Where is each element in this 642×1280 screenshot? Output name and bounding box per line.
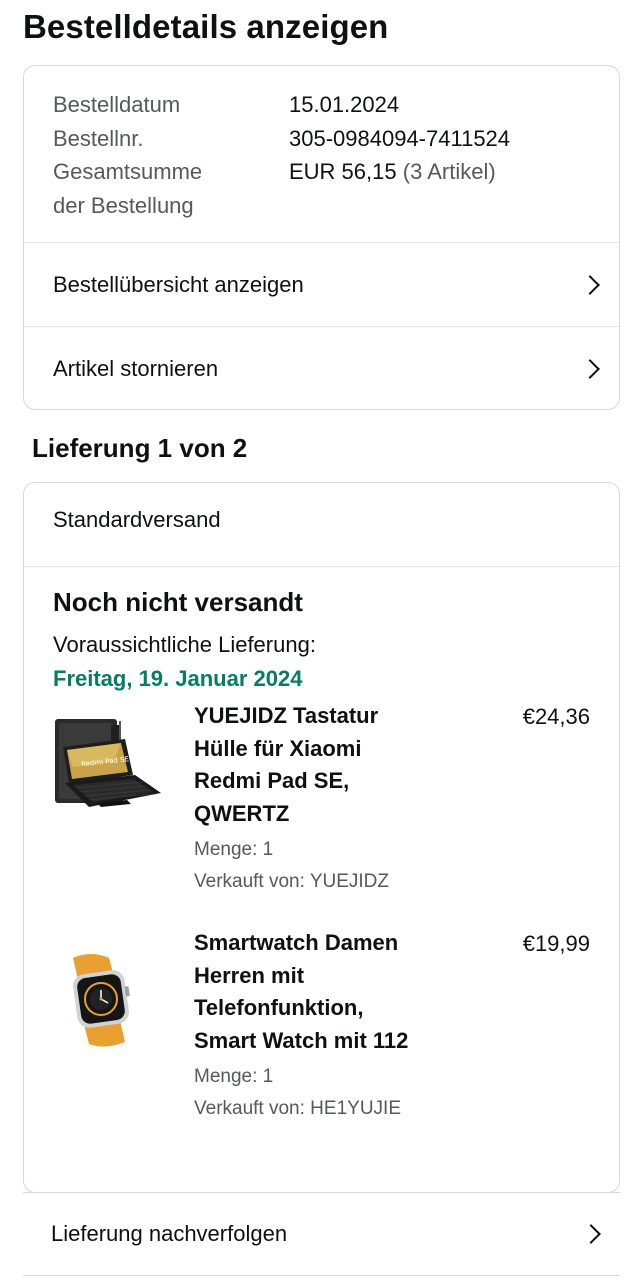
estimated-delivery-label: Voraussichtliche Lieferung:	[53, 632, 316, 657]
order-info-card: Bestelldatum 15.01.2024 Bestellnr. 305-0…	[23, 65, 620, 410]
tablet-keyboard-case-image[interactable]: Redmi Pad SE	[53, 717, 165, 827]
order-details: Bestelldatum 15.01.2024 Bestellnr. 305-0…	[53, 88, 510, 222]
item-quantity: Menge: 1	[194, 839, 274, 860]
divider	[24, 566, 619, 567]
order-date-value: 15.01.2024	[289, 92, 400, 117]
track-delivery-label: Lieferung nachverfolgen	[51, 1220, 288, 1246]
item-seller: Verkauft von: YUEJIDZ	[194, 871, 390, 892]
track-delivery-link[interactable]: Lieferung nachverfolgen	[23, 1192, 620, 1275]
divider	[23, 1275, 620, 1276]
item-title[interactable]: Smartwatch Damen Herren mit Telefonfunkt…	[194, 927, 464, 1057]
order-item[interactable]: Smartwatch Damen Herren mit Telefonfunkt…	[24, 930, 619, 1142]
chevron-right-icon	[580, 358, 600, 379]
cancel-items-label: Artikel stornieren	[53, 355, 219, 381]
item-price: €19,99	[522, 931, 590, 956]
chevron-right-icon	[581, 1223, 601, 1244]
order-item-count: (3 Artikel)	[402, 159, 496, 184]
estimated-delivery-date: Freitag, 19. Januar 2024	[53, 666, 303, 691]
order-item[interactable]: Redmi Pad SE YUEJIDZ Tastatur Hülle für …	[24, 703, 619, 915]
order-number-label: Bestellnr.	[53, 125, 144, 151]
order-total-value: EUR 56,15	[289, 159, 397, 184]
chevron-right-icon	[580, 274, 600, 295]
shipment-status: Noch nicht versandt	[53, 587, 303, 617]
order-total-label-line1: Gesamtsumme	[53, 159, 203, 184]
order-date-label: Bestelldatum	[53, 92, 181, 117]
delivery-heading: Lieferung 1 von 2	[32, 433, 248, 463]
order-number-value: 305-0984094-7411524	[289, 125, 511, 151]
delivery-card: Standardversand Noch nicht versandt Vora…	[23, 482, 620, 1193]
order-summary-label: Bestellübersicht anzeigen	[53, 271, 304, 297]
smartwatch-image[interactable]	[53, 950, 165, 1060]
shipping-method: Standardversand	[53, 507, 221, 532]
page-title: Bestelldetails anzeigen	[23, 8, 389, 45]
item-quantity: Menge: 1	[194, 1066, 274, 1087]
item-seller: Verkauft von: HE1YUJIE	[194, 1098, 401, 1119]
order-summary-link[interactable]: Bestellübersicht anzeigen	[24, 243, 619, 326]
cancel-items-link[interactable]: Artikel stornieren	[24, 327, 619, 409]
item-price: €24,36	[522, 704, 590, 729]
item-title[interactable]: YUEJIDZ Tastatur Hülle für Xiaomi Redmi …	[194, 700, 464, 830]
order-total-label-line2: der Bestellung	[53, 192, 194, 218]
